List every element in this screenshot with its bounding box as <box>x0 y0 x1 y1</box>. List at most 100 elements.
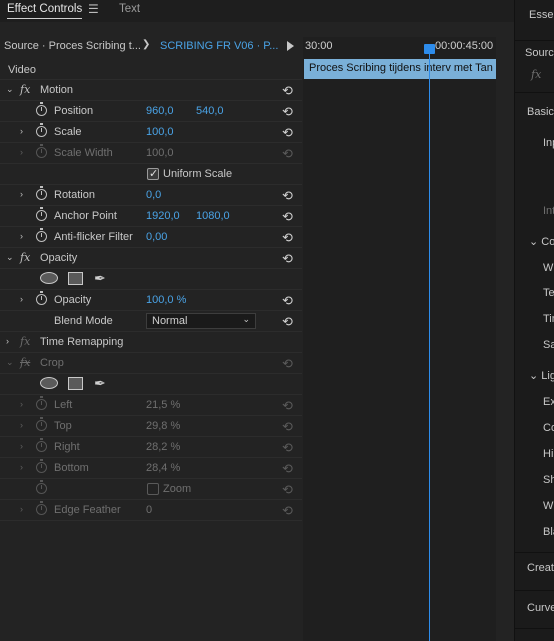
blend-mode-select[interactable]: Normal ⌄ <box>146 313 256 329</box>
reset-icon: ⟲ <box>282 419 293 434</box>
contrast-label: Co <box>543 422 554 434</box>
opacity-value[interactable]: 100,0 % <box>146 294 186 306</box>
crop-label: Crop <box>40 357 64 369</box>
rectangle-mask-icon[interactable] <box>68 272 83 285</box>
stopwatch-icon[interactable] <box>36 207 47 221</box>
ellipse-mask-icon[interactable] <box>40 377 58 389</box>
motion-effect-row[interactable]: ⌄ fx Motion ⟲ <box>0 80 302 101</box>
opacity-row: › Opacity 100,0 % ⟲ <box>0 290 302 311</box>
tab-text[interactable]: Text <box>119 3 140 15</box>
time-remapping-row[interactable]: › fx Time Remapping <box>0 332 302 353</box>
chevron-right-icon[interactable]: › <box>20 294 23 304</box>
clip-bar[interactable]: Proces Scribing tijdens interv met Tan <box>304 59 496 79</box>
reset-icon[interactable]: ⟲ <box>282 230 293 246</box>
tab-effect-controls[interactable]: Effect Controls <box>7 3 83 19</box>
input-lut-label: Inp <box>543 137 554 149</box>
fx-icon[interactable]: fx <box>20 251 30 264</box>
reset-icon[interactable]: ⟲ <box>282 83 293 99</box>
playhead-line[interactable] <box>429 53 430 641</box>
color-section-label[interactable]: ⌄ Co <box>529 235 554 248</box>
clip-selector[interactable]: SCRIBING FR V06 · P... <box>160 40 278 52</box>
rotation-value[interactable]: 0,0 <box>146 189 161 201</box>
crop-top-value: 29,8 % <box>146 420 181 432</box>
position-y-value[interactable]: 540,0 <box>196 105 224 117</box>
crop-edge-feather-row: › Edge Feather 0 ⟲ <box>0 500 302 521</box>
intensity-label: Int <box>543 205 554 217</box>
rotation-label: Rotation <box>54 189 95 201</box>
stopwatch-icon[interactable] <box>36 228 47 242</box>
chevron-down-icon[interactable]: ❯ <box>142 39 150 50</box>
chevron-right-icon: › <box>20 399 23 409</box>
chevron-down-icon[interactable]: ⌄ <box>6 252 14 263</box>
light-section-label[interactable]: ⌄ Lig <box>529 369 554 382</box>
crop-effect-row[interactable]: ⌄ fx Crop ⟲ <box>0 353 302 374</box>
uniform-scale-checkbox[interactable] <box>147 167 159 180</box>
stopwatch-icon <box>36 396 47 410</box>
stopwatch-icon <box>36 144 47 158</box>
anchor-point-x-value[interactable]: 1920,0 <box>146 210 180 222</box>
effect-controls-panel: Effect Controls ☰ Text Source · Proces S… <box>0 0 514 641</box>
panel-menu-icon[interactable]: ☰ <box>88 2 99 16</box>
uniform-scale-label: Uniform Scale <box>163 168 233 180</box>
reset-icon[interactable]: ⟲ <box>282 104 293 120</box>
anti-flicker-value[interactable]: 0,00 <box>146 231 167 243</box>
edge-feather-value: 0 <box>146 504 153 516</box>
position-label: Position <box>54 105 94 117</box>
chevron-right-icon[interactable]: › <box>6 336 9 346</box>
effect-timeline[interactable]: 30:00 00:00:45:00 Proces Scribing tijden… <box>303 37 496 641</box>
chevron-right-icon[interactable]: › <box>20 231 23 241</box>
chevron-down-icon[interactable]: ⌄ <box>6 357 14 368</box>
zoom-checkbox <box>147 483 159 495</box>
scale-value[interactable]: 100,0 <box>146 126 174 138</box>
source-label: Source · Proces Scribing t... <box>4 40 141 52</box>
reset-icon: ⟲ <box>282 461 293 476</box>
stopwatch-icon[interactable] <box>36 102 47 116</box>
right-panel-tab[interactable]: Essen <box>529 9 554 21</box>
scale-row: › Scale 100,0 ⟲ <box>0 122 302 143</box>
reset-icon: ⟲ <box>282 146 293 161</box>
rotation-row: › Rotation 0,0 ⟲ <box>0 185 302 206</box>
chevron-right-icon: › <box>20 504 23 514</box>
reset-icon[interactable]: ⟲ <box>282 293 293 309</box>
creative-section-label[interactable]: Creati <box>527 562 554 574</box>
stopwatch-icon[interactable] <box>36 291 47 305</box>
playhead-handle[interactable] <box>424 44 435 54</box>
ellipse-mask-icon[interactable] <box>40 272 58 284</box>
chevron-right-icon: › <box>20 462 23 472</box>
fx-disabled-icon[interactable]: fx <box>20 356 30 369</box>
opacity-effect-row[interactable]: ⌄ fx Opacity ⟲ <box>0 248 302 269</box>
chevron-down-icon: ⌄ <box>529 370 539 382</box>
color-section-text: Co <box>541 236 554 248</box>
reset-icon[interactable]: ⟲ <box>282 251 293 267</box>
pen-icon[interactable]: ✒ <box>94 375 106 392</box>
play-icon[interactable] <box>287 41 294 51</box>
saturation-label: Sa <box>543 339 554 351</box>
right-panel: Essen Source fx Basic Inp Int ⌄ Co Wh Te… <box>514 0 554 641</box>
reset-icon: ⟲ <box>282 503 293 518</box>
chevron-down-icon[interactable]: ⌄ <box>6 84 14 95</box>
anti-flicker-row: › Anti-flicker Filter 0,00 ⟲ <box>0 227 302 248</box>
crop-mask-tools-row: ✒ <box>0 374 302 395</box>
crop-right-label: Right <box>54 441 80 453</box>
reset-icon[interactable]: ⟲ <box>282 188 293 204</box>
crop-right-value: 28,2 % <box>146 441 181 453</box>
stopwatch-icon[interactable] <box>36 186 47 200</box>
reset-icon[interactable]: ⟲ <box>282 314 293 330</box>
rectangle-mask-icon[interactable] <box>68 377 83 390</box>
stopwatch-icon[interactable] <box>36 123 47 137</box>
reset-icon[interactable]: ⟲ <box>282 125 293 141</box>
pen-icon[interactable]: ✒ <box>94 270 106 287</box>
curves-section-label[interactable]: Curve <box>527 602 554 614</box>
whites-label: Wh <box>543 500 554 512</box>
scale-label: Scale <box>54 126 82 138</box>
stopwatch-icon <box>36 501 47 515</box>
fx-icon[interactable]: fx <box>20 83 30 96</box>
reset-icon[interactable]: ⟲ <box>282 209 293 225</box>
reset-icon: ⟲ <box>282 482 293 497</box>
chevron-right-icon[interactable]: › <box>20 126 23 136</box>
scale-width-label: Scale Width <box>54 147 113 159</box>
chevron-right-icon[interactable]: › <box>20 189 23 199</box>
position-x-value[interactable]: 960,0 <box>146 105 174 117</box>
basic-correction-label[interactable]: Basic <box>527 106 554 118</box>
anchor-point-y-value[interactable]: 1080,0 <box>196 210 230 222</box>
